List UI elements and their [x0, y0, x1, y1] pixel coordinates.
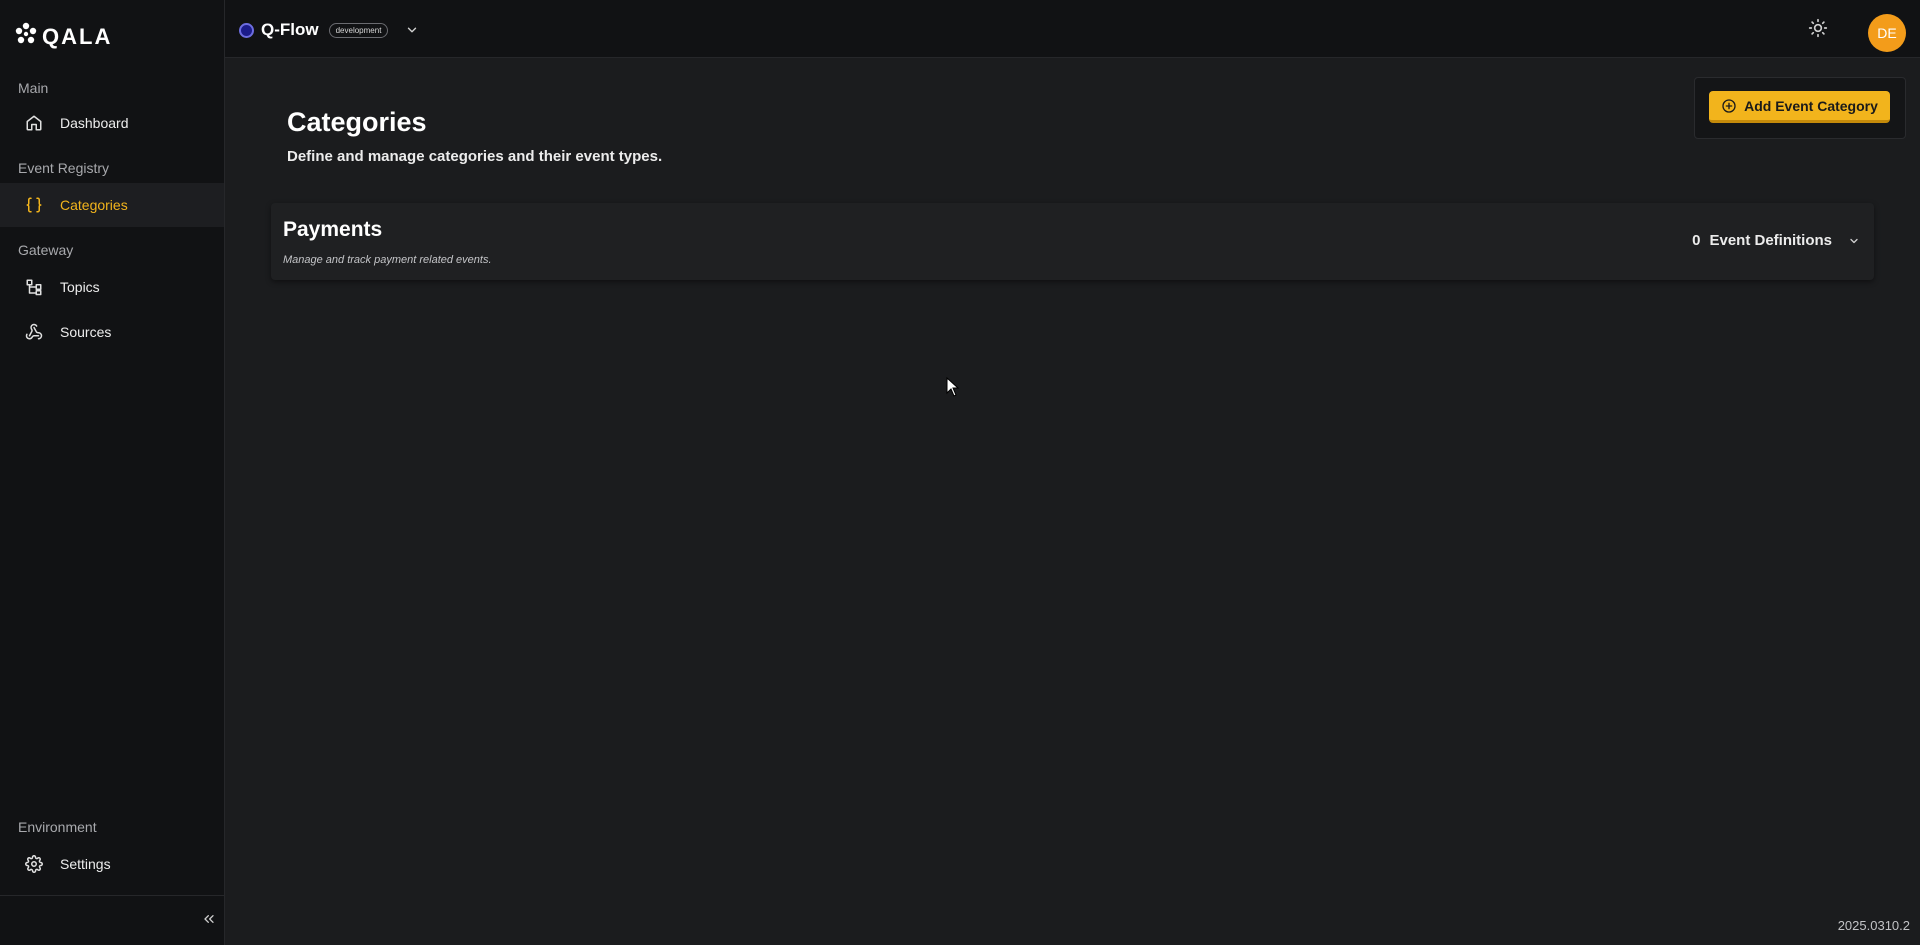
- nav-section-environment: Environment: [18, 819, 97, 835]
- chevron-down-icon: [405, 23, 419, 37]
- nav-section-main: Main: [18, 80, 49, 96]
- sidebar: QALA Main Dashboard Event Registry Categ…: [0, 0, 225, 945]
- sidebar-item-dashboard[interactable]: Dashboard: [0, 101, 224, 145]
- nav-section-gateway: Gateway: [18, 242, 74, 258]
- plus-circle-icon: [1721, 98, 1737, 114]
- page-subtitle: Define and manage categories and their e…: [287, 148, 663, 165]
- sidebar-item-label: Sources: [60, 324, 112, 340]
- page-title: Categories: [287, 107, 427, 137]
- app-version: 2025.0310.2: [1837, 918, 1910, 933]
- sidebar-item-label: Categories: [60, 197, 128, 213]
- sidebar-item-sources[interactable]: Sources: [0, 310, 224, 354]
- page-actions-panel: Add Event Category: [1694, 77, 1906, 139]
- environment-badge: development: [328, 22, 389, 38]
- logo-icon: [14, 22, 38, 51]
- event-definitions-count: 0 Event Definitions: [1692, 232, 1832, 249]
- collapse-sidebar-button[interactable]: [198, 910, 220, 932]
- chevron-down-icon: [1848, 235, 1860, 247]
- sun-icon: [1808, 18, 1828, 43]
- app-root: QALA Main Dashboard Event Registry Categ…: [0, 0, 1920, 945]
- sidebar-divider: [0, 895, 224, 896]
- event-definitions-number: 0: [1692, 232, 1701, 249]
- theme-toggle-button[interactable]: [1807, 18, 1829, 43]
- sidebar-item-label: Topics: [60, 279, 100, 295]
- category-description: Manage and track payment related events.: [283, 254, 492, 266]
- sidebar-item-settings[interactable]: Settings: [0, 842, 224, 886]
- add-event-category-label: Add Event Category: [1744, 97, 1878, 114]
- environment-status-dot: [239, 22, 254, 38]
- topbar: Q-Flow development DE: [225, 0, 1920, 58]
- category-name: Payments: [283, 218, 383, 241]
- brand-logo[interactable]: QALA: [14, 22, 112, 51]
- home-icon: [24, 113, 44, 133]
- category-card-payments[interactable]: Payments Manage and track payment relate…: [271, 203, 1874, 280]
- sidebar-item-label: Settings: [60, 856, 111, 872]
- user-avatar[interactable]: DE: [1868, 14, 1906, 52]
- logo-text: QALA: [42, 23, 113, 49]
- gear-icon: [24, 854, 44, 874]
- event-definitions-label: Event Definitions: [1709, 232, 1832, 249]
- sidebar-item-topics[interactable]: Topics: [0, 265, 224, 309]
- environment-switcher[interactable]: Q-Flow development: [239, 20, 419, 40]
- braces-icon: [24, 195, 44, 215]
- app-name: Q-Flow: [261, 20, 319, 39]
- topics-icon: [24, 277, 44, 297]
- webhook-icon: [24, 322, 44, 342]
- sidebar-item-categories[interactable]: Categories: [0, 183, 224, 227]
- nav-section-event-registry: Event Registry: [18, 160, 110, 176]
- add-event-category-button[interactable]: Add Event Category: [1709, 91, 1890, 123]
- expand-category-button[interactable]: [1848, 235, 1860, 247]
- chevrons-left-icon: [201, 911, 217, 932]
- mouse-cursor-icon: [946, 376, 960, 402]
- sidebar-item-label: Dashboard: [60, 115, 129, 131]
